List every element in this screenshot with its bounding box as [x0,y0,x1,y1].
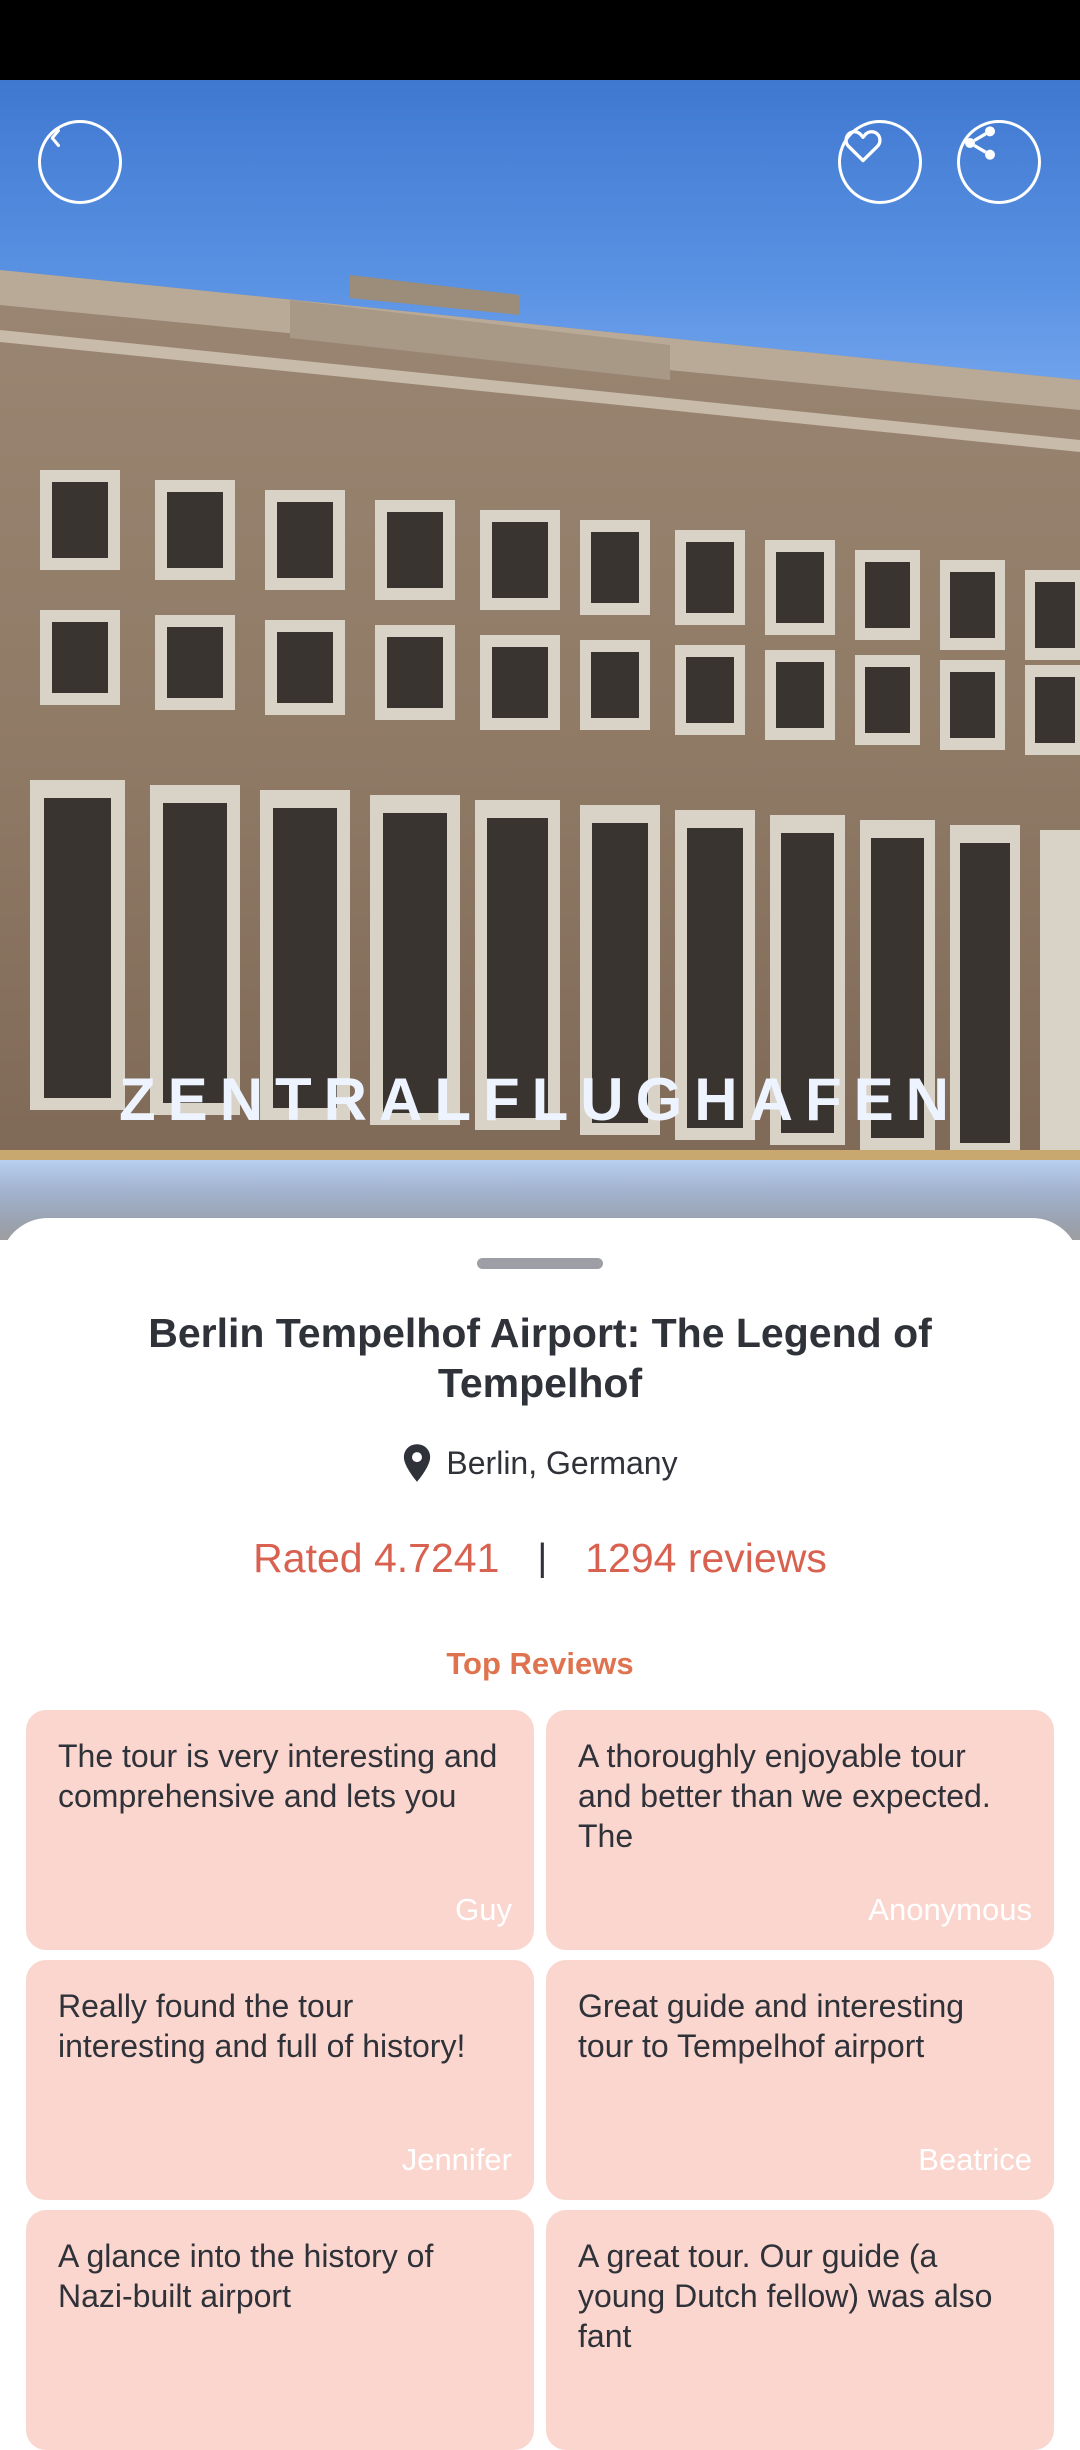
review-text: Really found the tour interesting and fu… [58,1988,466,2064]
review-card[interactable]: A great tour. Our guide (a young Dutch f… [546,2210,1054,2450]
review-text: A thoroughly enjoyable tour and better t… [578,1738,991,1854]
review-author: Beatrice [918,2142,1032,2177]
heart-icon [844,130,882,163]
reviews-count-link[interactable]: 1294 reviews [585,1535,827,1582]
location-text: Berlin, Germany [446,1444,678,1481]
review-author: Jennifer [401,2142,512,2177]
rating-text: Rated 4.7241 [253,1534,500,1581]
top-reviews-heading: Top Reviews [446,1646,634,1681]
status-bar [0,0,1080,80]
details-sheet: Berlin Tempelhof Airport: The Legend of … [0,1218,1080,2450]
hero-image: ZENTRALFLUGHAFEN [0,80,1080,1240]
back-button[interactable] [38,120,122,204]
building-sign-text: ZENTRALFLUGHAFEN [119,1066,961,1133]
review-card[interactable]: A thoroughly enjoyable tour and better t… [546,1710,1054,1950]
review-card[interactable]: The tour is very interesting and compreh… [26,1710,534,1950]
review-card[interactable]: A glance into the history of Nazi-built … [26,2210,534,2450]
tour-title: Berlin Tempelhof Airport: The Legend of … [148,1310,932,1406]
review-author: Guy [455,1892,512,1927]
rating-row: Rated 4.7241 | 1294 reviews [0,1528,1080,1588]
review-text: The tour is very interesting and compreh… [58,1738,498,1814]
chevron-left-icon [50,129,60,147]
review-card[interactable]: Really found the tour interesting and fu… [26,1960,534,2200]
rating-separator: | [537,1536,548,1579]
drag-handle[interactable] [477,1258,603,1269]
review-text: A great tour. Our guide (a young Dutch f… [578,2238,993,2354]
share-icon [965,126,995,160]
review-text: A glance into the history of Nazi-built … [58,2238,434,2314]
review-text: Great guide and interesting tour to Temp… [578,1988,965,2064]
share-button[interactable] [957,120,1041,204]
map-pin-icon [404,1444,431,1482]
favorite-button[interactable] [838,120,922,204]
review-author: Anonymous [868,1892,1032,1927]
building-photo: ZENTRALFLUGHAFEN [0,270,1080,1240]
location-row: Berlin, Germany [0,1438,1080,1488]
review-card[interactable]: Great guide and interesting tour to Temp… [546,1960,1054,2200]
